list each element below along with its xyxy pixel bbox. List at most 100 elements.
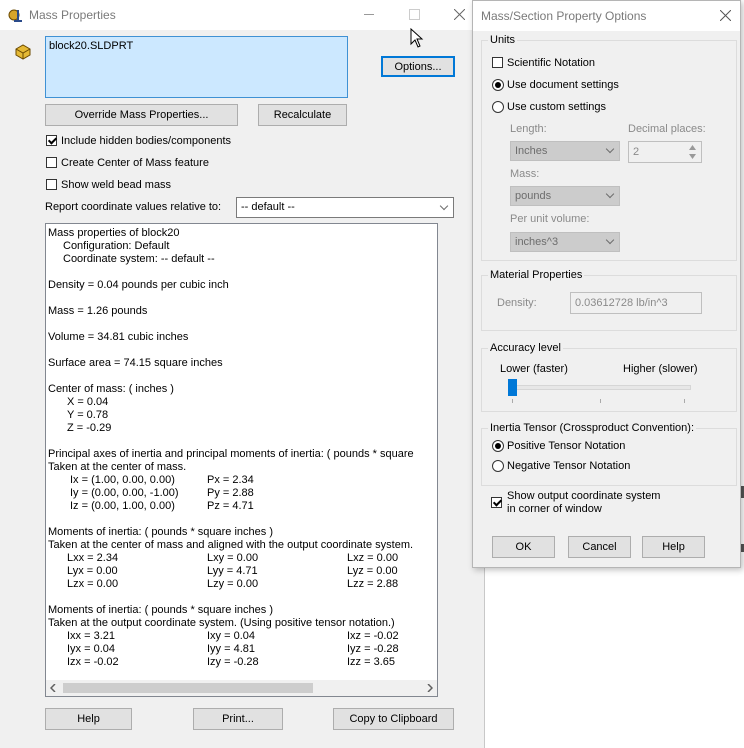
scientific-notation-checkbox[interactable] [492,57,503,68]
close-icon[interactable] [454,9,465,20]
decimal-places-value: 2 [633,146,640,158]
results-iy: Iy = (0.00, 0.00, -1.00) [70,487,179,499]
units-group: Units Scientific Notation Use document s… [481,34,737,261]
results-principal-sub: Taken at the center of mass. [48,461,187,473]
include-hidden-checkbox[interactable] [46,135,57,146]
spinner-up-icon[interactable] [689,145,696,150]
use-custom-settings-radio[interactable] [492,101,504,113]
results-moments2-heading: Moments of inertia: ( pounds * square in… [48,604,274,616]
mass-value: pounds [515,190,552,202]
results-text-area[interactable]: Mass properties of block20 Configuration… [45,223,438,697]
slider-tick [600,399,601,403]
length-select[interactable]: Inches [510,141,620,161]
copy-to-clipboard-button[interactable]: Copy to Clipboard [333,708,454,730]
override-mass-properties-button[interactable]: Override Mass Properties... [45,104,238,126]
negative-tensor-label: Negative Tensor Notation [507,460,631,472]
accuracy-level-group: Accuracy level Lower (faster) Higher (sl… [481,342,737,412]
spinner-down-icon[interactable] [689,154,696,159]
chevron-down-icon [605,144,615,154]
options-titlebar[interactable]: Mass/Section Property Options [473,1,740,31]
accuracy-slider-thumb[interactable] [508,379,517,396]
results-configuration: Configuration: Default [63,240,170,252]
results-lyy: Lyy = 4.71 [207,565,258,577]
horizontal-scrollbar[interactable] [46,680,437,696]
results-izy: Izy = -0.28 [207,656,259,668]
results-lzz: Lzz = 2.88 [347,578,399,590]
length-value: Inches [515,145,548,157]
chevron-down-icon [605,189,615,199]
inertia-tensor-title: Inertia Tensor (Crossproduct Convention)… [488,422,697,434]
chevron-down-icon [439,201,449,211]
help-button[interactable]: Help [45,708,132,730]
maximize-button[interactable] [409,9,420,20]
show-weld-label: Show weld bead mass [61,179,172,191]
part-icon [15,44,31,60]
use-document-settings-radio[interactable] [492,79,504,91]
mass-properties-window: Mass Properties block20.SLDPRT Options..… [0,0,485,748]
options-button[interactable]: Options... [381,56,455,77]
options-dialog: Mass/Section Property Options Units Scie… [472,0,741,568]
scroll-left-icon[interactable] [50,684,56,692]
results-py: Py = 2.88 [207,487,254,499]
coord-system-select[interactable]: -- default -- [236,197,454,218]
results-ix: Ix = (1.00, 0.00, 0.00) [70,474,175,486]
per-unit-volume-value: inches^3 [515,236,559,248]
results-lxy: Lxy = 0.00 [207,552,259,564]
report-coord-label: Report coordinate values relative to: [45,201,222,213]
mass-properties-titlebar[interactable]: Mass Properties [0,0,484,30]
create-com-label: Create Center of Mass feature [61,157,209,169]
results-moments2-sub: Taken at the output coordinate system. (… [48,617,395,629]
show-output-coord-checkbox[interactable] [491,497,502,508]
results-iz: Iz = (0.00, 1.00, 0.00) [70,500,175,512]
per-unit-volume-select[interactable]: inches^3 [510,232,620,252]
positive-tensor-radio[interactable] [492,440,504,452]
include-hidden-label: Include hidden bodies/components [61,135,232,147]
slider-tick [512,399,513,403]
show-weld-checkbox[interactable] [46,179,57,190]
results-izz: Izz = 3.65 [347,656,396,668]
results-heading: Mass properties of block20 [48,227,180,239]
options-title: Mass/Section Property Options [481,9,647,23]
lower-faster-label: Lower (faster) [500,363,568,375]
results-moments1-sub: Taken at the center of mass and aligned … [48,539,414,551]
close-icon[interactable] [720,10,731,21]
mouse-cursor-icon [410,28,424,48]
print-button[interactable]: Print... [193,708,283,730]
accuracy-slider-track[interactable] [511,385,691,390]
slider-tick [684,399,685,403]
help-button[interactable]: Help [642,536,705,558]
decimal-places-spinner[interactable]: 2 [628,141,702,163]
create-com-checkbox[interactable] [46,157,57,168]
negative-tensor-radio[interactable] [492,460,504,472]
density-label: Density: [497,297,537,309]
positive-tensor-label: Positive Tensor Notation [507,440,626,452]
results-ixy: Ixy = 0.04 [207,630,256,642]
results-coord-system: Coordinate system: -- default -- [63,253,215,265]
ok-button[interactable]: OK [492,536,555,558]
chevron-down-icon [605,235,615,245]
inertia-tensor-group: Inertia Tensor (Crossproduct Convention)… [481,422,737,486]
results-izx: Izx = -0.02 [67,656,119,668]
results-ixx: Ixx = 3.21 [67,630,116,642]
results-lxz: Lxz = 0.00 [347,552,399,564]
results-com-x: X = 0.04 [67,396,109,408]
results-lyz: Lyz = 0.00 [347,565,398,577]
selection-list[interactable]: block20.SLDPRT [45,36,348,98]
minimize-button[interactable] [364,14,374,15]
scrollbar-thumb[interactable] [63,683,313,693]
recalculate-button[interactable]: Recalculate [258,104,347,126]
mass-select[interactable]: pounds [510,186,620,206]
results-iyx: Iyx = 0.04 [67,643,116,655]
selected-file[interactable]: block20.SLDPRT [49,40,133,52]
material-properties-group: Material Properties Density: 0.03612728 … [481,269,737,331]
use-custom-settings-label: Use custom settings [507,101,607,113]
per-unit-volume-label: Per unit volume: [510,213,590,225]
cancel-button[interactable]: Cancel [568,536,631,558]
results-iyy: Iyy = 4.81 [207,643,256,655]
density-field[interactable]: 0.03612728 lb/in^3 [570,292,702,314]
coord-system-value: -- default -- [241,201,295,213]
results-volume: Volume = 34.81 cubic inches [48,331,189,343]
results-pz: Pz = 4.71 [207,500,254,512]
scroll-right-icon[interactable] [427,684,433,692]
results-ixz: Ixz = -0.02 [347,630,399,642]
